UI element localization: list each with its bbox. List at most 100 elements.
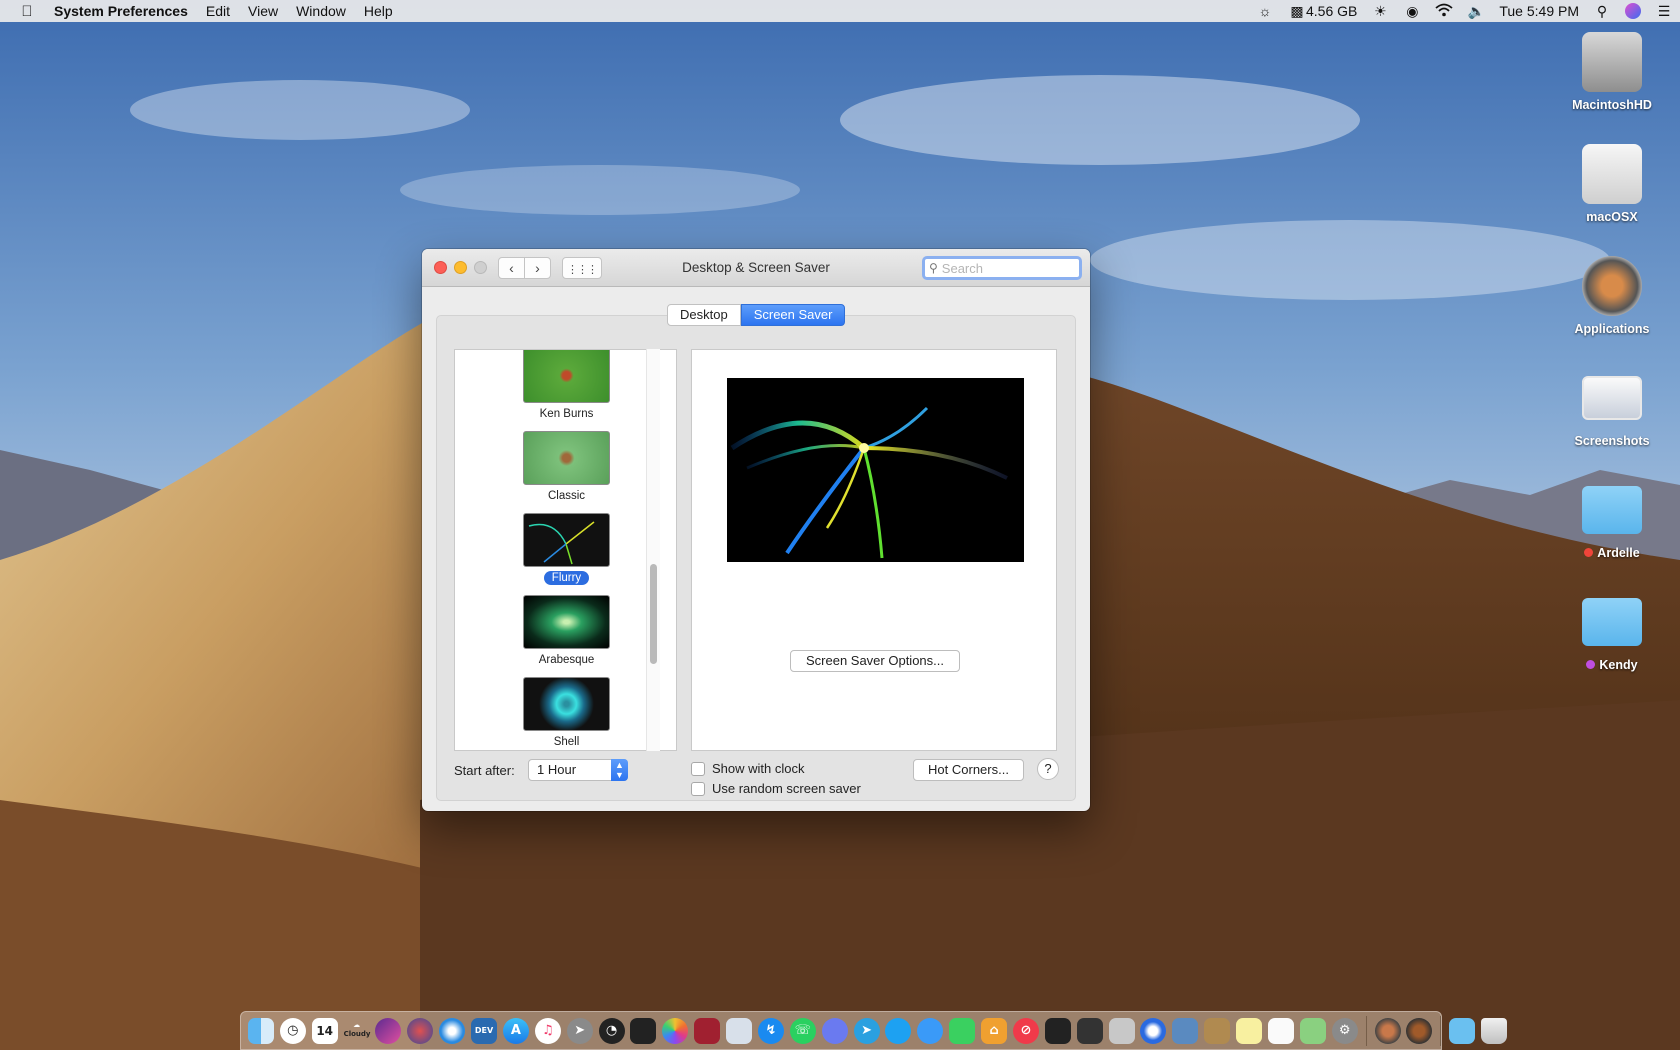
telegram-icon[interactable]: ➤ — [853, 1017, 880, 1044]
clock-icon[interactable]: ◷ — [279, 1017, 306, 1044]
tab-desktop[interactable]: Desktop — [667, 304, 741, 326]
hard-drive-icon — [1582, 32, 1642, 92]
image-capture-icon[interactable] — [1172, 1017, 1199, 1044]
flurry-preview — [727, 378, 1024, 562]
desktop-icon-kendy[interactable]: Kendy — [1557, 592, 1667, 674]
dashboard-icon[interactable]: ◔ — [598, 1017, 625, 1044]
desktop-icon-applications[interactable]: Applications — [1557, 256, 1667, 338]
console-icon[interactable] — [1076, 1017, 1103, 1044]
siri-icon[interactable] — [375, 1017, 402, 1044]
saver-item-shell[interactable]: Shell — [455, 677, 676, 750]
discord-icon[interactable] — [821, 1017, 848, 1044]
messages-icon[interactable] — [917, 1017, 944, 1044]
red-tag-icon — [1584, 548, 1594, 557]
scrollbar-thumb[interactable] — [650, 564, 657, 664]
trash-icon[interactable] — [1481, 1017, 1508, 1044]
saver-item-arabesque[interactable]: Arabesque — [455, 595, 676, 668]
show-clock-checkbox[interactable] — [691, 761, 705, 776]
system-preferences-icon[interactable]: ⚙ — [1331, 1017, 1358, 1044]
photos-icon[interactable] — [662, 1017, 689, 1044]
terminal-icon[interactable] — [630, 1017, 657, 1044]
app-menu[interactable]: System Preferences — [54, 3, 197, 19]
saver-item-ken-burns[interactable]: Ken Burns — [455, 350, 676, 422]
activity-monitor-icon[interactable] — [1044, 1017, 1071, 1044]
quicktime-icon[interactable] — [1140, 1017, 1167, 1044]
desktop-icon-ardelle[interactable]: Ardelle — [1557, 480, 1667, 562]
forward-button[interactable]: › — [524, 257, 551, 279]
sun-icon[interactable]: ☀ — [1371, 3, 1389, 19]
back-button[interactable]: ‹ — [498, 257, 525, 279]
disk-icon[interactable] — [1108, 1017, 1135, 1044]
preview-icon[interactable] — [726, 1017, 753, 1044]
volume-icon[interactable]: 🔈 — [1467, 3, 1485, 19]
start-after-select[interactable]: 1 Hour ▲ ▼ — [528, 759, 628, 781]
saver-name: Flurry — [543, 571, 590, 585]
tab-screen-saver[interactable]: Screen Saver — [740, 304, 846, 326]
photo-booth-icon[interactable] — [694, 1017, 721, 1044]
menu-window[interactable]: Window — [287, 3, 355, 19]
textedit-icon[interactable] — [1267, 1017, 1294, 1044]
saver-item-classic[interactable]: Classic — [455, 431, 676, 504]
wifi-icon[interactable] — [1435, 3, 1453, 19]
show-all-button[interactable]: ⋮⋮⋮ — [562, 257, 602, 279]
finder-icon[interactable] — [247, 1017, 274, 1044]
whatsapp-icon[interactable]: ☏ — [789, 1017, 816, 1044]
music-icon[interactable]: ♫ — [534, 1017, 561, 1044]
notes-icon[interactable] — [1204, 1017, 1231, 1044]
search-field[interactable]: ⚲ — [922, 256, 1082, 280]
zoom-button[interactable] — [474, 261, 487, 274]
memory-status[interactable]: ▩ 4.56 GB — [1288, 3, 1357, 19]
vpn-icon[interactable]: ◉ — [1403, 3, 1421, 19]
arabesque-thumbnail — [523, 595, 610, 649]
calendar-icon[interactable]: 14 — [311, 1017, 338, 1044]
screen-saver-list[interactable]: Ken Burns Classic Flurry Arabesque Shell — [454, 349, 677, 751]
menubar-clock[interactable]: Tue 5:49 PM — [1499, 3, 1579, 19]
news-icon[interactable]: ⊘ — [1012, 1017, 1039, 1044]
screenshots-icon — [1582, 376, 1642, 420]
random-saver-checkbox[interactable] — [691, 781, 705, 796]
launchpad-icon[interactable] — [407, 1017, 434, 1044]
flurry-thumbnail — [523, 513, 610, 567]
home-icon[interactable]: ⌂ — [981, 1017, 1008, 1044]
desert-icon[interactable] — [1406, 1017, 1433, 1044]
safari-icon[interactable] — [439, 1017, 466, 1044]
search-input[interactable] — [941, 260, 1072, 276]
apple-menu-icon[interactable]:  — [0, 3, 54, 20]
menu-edit[interactable]: Edit — [197, 3, 239, 19]
external-drive-icon — [1582, 144, 1642, 204]
show-clock-row[interactable]: Show with clock — [691, 761, 804, 776]
desktop-screen-saver-window: ‹ › ⋮⋮⋮ Desktop & Screen Saver ⚲ Desktop… — [422, 249, 1090, 811]
minimize-button[interactable] — [454, 261, 467, 274]
brightness-icon[interactable]: ☼ — [1256, 3, 1274, 19]
facetime-icon[interactable] — [949, 1017, 976, 1044]
hot-corners-button[interactable]: Hot Corners... — [913, 759, 1024, 781]
desktop-icon-macintoshhd[interactable]: MacintoshHD — [1557, 32, 1667, 114]
purple-tag-icon — [1586, 660, 1596, 669]
saver-item-flurry[interactable]: Flurry — [455, 513, 676, 586]
maps-icon[interactable] — [1299, 1017, 1326, 1044]
random-saver-row[interactable]: Use random screen saver — [691, 781, 861, 796]
notification-center-icon[interactable]: ☰ — [1655, 3, 1673, 19]
weather-icon[interactable]: ☁ Cloudy — [344, 1018, 371, 1044]
desktop-icon-macosx[interactable]: macOSX — [1557, 144, 1667, 226]
app-store-icon[interactable]: A — [502, 1017, 529, 1044]
help-button[interactable]: ? — [1037, 758, 1059, 780]
xcode-icon[interactable]: DEV — [471, 1017, 498, 1044]
list-scrollbar[interactable] — [646, 349, 660, 751]
menu-help[interactable]: Help — [355, 3, 402, 19]
twitter-icon[interactable] — [885, 1017, 912, 1044]
downloads-folder-icon[interactable] — [1449, 1017, 1476, 1044]
rocket-icon[interactable]: ➤ — [566, 1017, 593, 1044]
mojave-icon[interactable] — [1374, 1017, 1401, 1044]
desktop-icon-screenshots[interactable]: Screenshots — [1557, 368, 1667, 450]
close-button[interactable] — [434, 261, 447, 274]
title-bar[interactable]: ‹ › ⋮⋮⋮ Desktop & Screen Saver ⚲ — [422, 249, 1090, 287]
tab-bar: Desktop Screen Saver — [667, 304, 846, 326]
spotlight-search-icon[interactable]: ⚲ — [1593, 3, 1611, 19]
dock-separator — [1365, 1015, 1367, 1046]
stickies-icon[interactable] — [1236, 1017, 1263, 1044]
siri-menubar-icon[interactable] — [1625, 3, 1641, 19]
screen-saver-options-button[interactable]: Screen Saver Options... — [790, 650, 960, 672]
menu-view[interactable]: View — [239, 3, 287, 19]
messenger-icon[interactable]: ↯ — [757, 1017, 784, 1044]
